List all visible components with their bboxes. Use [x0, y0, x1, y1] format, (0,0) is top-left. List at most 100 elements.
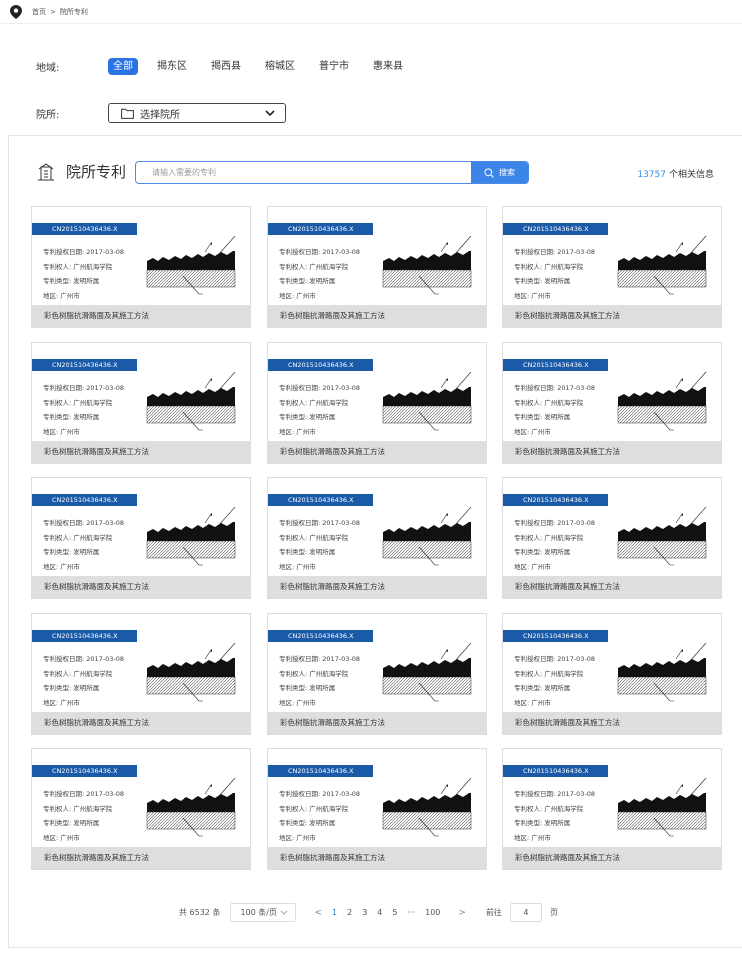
- patent-date-line: 专利授权日期: 2017-03-08: [279, 516, 360, 531]
- panel-title-text: 院所专利: [66, 163, 127, 181]
- patent-title[interactable]: 彩色树脂抗滑路面及其施工方法: [32, 576, 250, 598]
- pagination: 共 6532 条 100 条/页 < 1 2 3 4 5 ··· 100 > 前…: [179, 903, 558, 922]
- page-button-3[interactable]: 3: [362, 908, 367, 917]
- page-ellipsis-button[interactable]: ···: [407, 908, 415, 917]
- patent-date-line: 专利授权日期: 2017-03-08: [43, 516, 124, 531]
- patent-card[interactable]: CN201510436436.X 专利授权日期: 2017-03-08 专利权人: …: [502, 342, 722, 464]
- patent-title[interactable]: 彩色树脂抗滑路面及其施工方法: [32, 305, 250, 327]
- patent-owner-label: 专利权人:: [43, 669, 72, 678]
- region-option-jiedong[interactable]: 揭东区: [152, 58, 192, 75]
- patent-type-label: 专利类型:: [514, 819, 543, 827]
- patent-owner-label: 专利权人:: [279, 804, 308, 813]
- patent-card[interactable]: CN201510436436.X 专利授权日期: 2017-03-08 专利权人: …: [502, 613, 722, 735]
- patent-card[interactable]: CN201510436436.X 专利授权日期: 2017-03-08 专利权人: …: [267, 748, 487, 870]
- patent-card[interactable]: CN201510436436.X 专利授权日期: 2017-03-08 专利权人: …: [267, 342, 487, 464]
- chevron-down-icon: [265, 110, 275, 116]
- patent-date: 2017-03-08: [322, 790, 361, 798]
- region-option-rongcheng[interactable]: 榕城区: [260, 58, 300, 75]
- page-button-100[interactable]: 100: [425, 908, 440, 917]
- patent-card[interactable]: CN201510436436.X 专利授权日期: 2017-03-08 专利权人: …: [31, 613, 251, 735]
- result-count-number: 13757: [637, 170, 666, 180]
- patent-date-line: 专利授权日期: 2017-03-08: [279, 652, 360, 667]
- next-page-button[interactable]: >: [458, 908, 466, 918]
- patent-diagram-image: [382, 371, 472, 431]
- patent-title[interactable]: 彩色树脂抗滑路面及其施工方法: [503, 847, 721, 869]
- patent-owner: 广州航海学院: [544, 669, 584, 678]
- patent-card[interactable]: CN201510436436.X 专利授权日期: 2017-03-08 专利权人: …: [31, 748, 251, 870]
- breadcrumb-bar: 首页 > 院所专利: [0, 0, 742, 24]
- page-size-select[interactable]: 100 条/页: [230, 903, 297, 922]
- patent-card[interactable]: CN201510436436.X 专利授权日期: 2017-03-08 专利权人: …: [267, 613, 487, 735]
- patent-card[interactable]: CN201510436436.X 专利授权日期: 2017-03-08 专利权人: …: [31, 477, 251, 599]
- patent-diagram-image: [382, 642, 472, 702]
- institution-select[interactable]: 选择院所: [108, 103, 286, 123]
- patent-card[interactable]: CN201510436436.X 专利授权日期: 2017-03-08 专利权人: …: [267, 206, 487, 328]
- page-button-2[interactable]: 2: [347, 908, 352, 917]
- patent-card[interactable]: CN201510436436.X 专利授权日期: 2017-03-08 专利权人: …: [502, 206, 722, 328]
- patent-title[interactable]: 彩色树脂抗滑路面及其施工方法: [503, 712, 721, 734]
- breadcrumb-home[interactable]: 首页: [32, 7, 46, 17]
- patent-number: CN201510436436.X: [32, 223, 137, 235]
- patent-card[interactable]: CN201510436436.X 专利授权日期: 2017-03-08 专利权人: …: [31, 342, 251, 464]
- patent-region: 广州市: [531, 698, 551, 707]
- patent-date-label: 专利授权日期:: [43, 519, 85, 527]
- patent-region-label: 地区:: [279, 833, 295, 842]
- patent-type: 发明所属: [73, 548, 100, 556]
- patent-owner-label: 专利权人:: [279, 398, 308, 407]
- chevron-down-icon: [280, 910, 289, 915]
- patent-card[interactable]: CN201510436436.X 专利授权日期: 2017-03-08 专利权人: …: [502, 477, 722, 599]
- patent-title[interactable]: 彩色树脂抗滑路面及其施工方法: [268, 576, 486, 598]
- patent-date-line: 专利授权日期: 2017-03-08: [514, 652, 595, 667]
- result-count: 13757 个相关信息: [637, 167, 714, 180]
- patent-title[interactable]: 彩色树脂抗滑路面及其施工方法: [503, 305, 721, 327]
- goto-label: 前往: [485, 908, 502, 917]
- patent-meta: 专利授权日期: 2017-03-08 专利权人: 广州航海学院 专利类型: 发明所属…: [514, 245, 595, 303]
- patent-region-label: 地区:: [279, 427, 295, 436]
- patent-card[interactable]: CN201510436436.X 专利授权日期: 2017-03-08 专利权人: …: [267, 477, 487, 599]
- patent-date-line: 专利授权日期: 2017-03-08: [43, 652, 124, 667]
- patent-title[interactable]: 彩色树脂抗滑路面及其施工方法: [268, 441, 486, 463]
- patent-title[interactable]: 彩色树脂抗滑路面及其施工方法: [503, 576, 721, 598]
- patent-type: 发明所属: [544, 548, 571, 556]
- patent-date-label: 专利授权日期:: [279, 248, 321, 256]
- patent-region-line: 地区: 广州市: [43, 696, 124, 711]
- patent-owner: 广州航海学院: [544, 533, 584, 542]
- patent-title[interactable]: 彩色树脂抗滑路面及其施工方法: [32, 847, 250, 869]
- page-size-value: 100 条/页: [240, 908, 277, 917]
- patent-type-label: 专利类型:: [279, 819, 308, 827]
- patent-type-line: 专利类型: 发明所属: [514, 410, 595, 425]
- goto-page-input[interactable]: 4: [509, 903, 542, 922]
- patent-date: 2017-03-08: [322, 384, 361, 392]
- region-option-huilai[interactable]: 惠来县: [368, 58, 408, 75]
- region-option-puning[interactable]: 普宁市: [314, 58, 354, 75]
- prev-page-button[interactable]: <: [314, 908, 322, 918]
- patent-title[interactable]: 彩色树脂抗滑路面及其施工方法: [268, 712, 486, 734]
- patent-title[interactable]: 彩色树脂抗滑路面及其施工方法: [268, 847, 486, 869]
- pagination-total: 共 6532 条: [179, 908, 221, 917]
- patent-type-label: 专利类型:: [43, 277, 72, 285]
- search-input[interactable]: [136, 162, 471, 183]
- patent-card[interactable]: CN201510436436.X 专利授权日期: 2017-03-08 专利权人: …: [502, 748, 722, 870]
- patent-region-line: 地区: 广州市: [514, 425, 595, 440]
- patent-title[interactable]: 彩色树脂抗滑路面及其施工方法: [32, 441, 250, 463]
- region-option-jiexi[interactable]: 揭西县: [206, 58, 246, 75]
- patent-region: 广州市: [60, 427, 80, 436]
- patent-region-label: 地区:: [514, 562, 530, 571]
- patent-type: 发明所属: [309, 413, 336, 421]
- page-button-5[interactable]: 5: [392, 908, 397, 917]
- panel-title: 院所专利: [37, 161, 126, 182]
- region-option-all[interactable]: 全部: [108, 57, 138, 75]
- patent-card[interactable]: CN201510436436.X 专利授权日期: 2017-03-08 专利权人: …: [31, 206, 251, 328]
- patent-type-label: 专利类型:: [514, 684, 543, 692]
- patent-region-line: 地区: 广州市: [514, 289, 595, 304]
- patent-title[interactable]: 彩色树脂抗滑路面及其施工方法: [503, 441, 721, 463]
- region-filter-row: 地域: 全部 揭东区 揭西县 榕城区 普宁市 惠来县: [36, 56, 716, 76]
- patent-region-line: 地区: 广州市: [514, 831, 595, 846]
- page-button-4[interactable]: 4: [377, 908, 382, 917]
- page-button-1[interactable]: 1: [332, 908, 337, 917]
- patent-owner-label: 专利权人:: [514, 669, 543, 678]
- search-button[interactable]: 搜索: [471, 162, 528, 183]
- patent-owner-label: 专利权人:: [43, 533, 72, 542]
- patent-title[interactable]: 彩色树脂抗滑路面及其施工方法: [268, 305, 486, 327]
- patent-title[interactable]: 彩色树脂抗滑路面及其施工方法: [32, 712, 250, 734]
